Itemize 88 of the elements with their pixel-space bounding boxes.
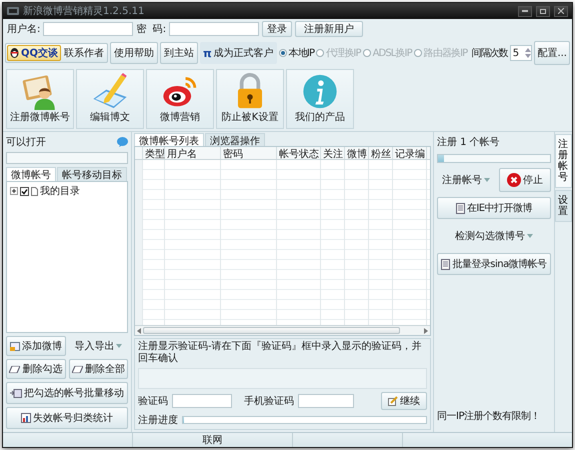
eraser-icon	[9, 366, 20, 372]
maximize-button[interactable]	[536, 6, 550, 16]
progress-label: 注册进度	[138, 414, 178, 427]
caret-icon	[116, 344, 122, 348]
side-tab[interactable]: 注册帐号	[555, 134, 572, 188]
tab[interactable]: 微博帐号列表	[134, 133, 204, 147]
penguin-icon	[10, 48, 19, 58]
toolbar-button[interactable]: 到主站	[160, 42, 198, 64]
tool-button[interactable]: 我们的产品	[286, 69, 354, 129]
open-in-ie-button[interactable]: 在IE中打开微博	[437, 197, 551, 219]
page-icon	[31, 186, 38, 196]
app-icon	[7, 7, 19, 15]
document-icon	[441, 258, 450, 270]
open-field[interactable]	[6, 152, 128, 164]
chart-icon	[21, 413, 31, 423]
account-count-label: 注册 1 个帐号	[437, 136, 501, 149]
username-label: 用户名:	[7, 22, 40, 36]
caret-icon	[484, 178, 490, 182]
card-icon	[10, 342, 20, 350]
column-header[interactable]: 粉丝	[369, 147, 393, 159]
captcha-instructions: 注册显示验证码-请在下面『验证码』框中录入显示的验证码，并回车确认	[138, 341, 423, 365]
side-tab[interactable]: 设置	[555, 190, 572, 222]
config-button[interactable]: 配置...	[534, 41, 570, 65]
eraser-icon	[72, 366, 83, 372]
toolbar-button[interactable]: 使用帮助	[110, 42, 158, 64]
expand-icon[interactable]	[10, 187, 18, 195]
status-text: 联网	[133, 433, 293, 447]
batch-login-button[interactable]: 批量登录sina微博帐号	[437, 253, 551, 275]
tab[interactable]: 帐号移动目标	[57, 167, 127, 181]
dropdown-button[interactable]: 注册帐号	[437, 168, 495, 192]
move-icon	[10, 388, 22, 398]
register-button[interactable]: 注册新用户	[295, 21, 364, 37]
column-header[interactable]: 关注	[321, 147, 345, 159]
stop-button[interactable]: 停止	[499, 168, 551, 192]
captcha-label: 验证码	[138, 395, 168, 408]
phone-code-label: 手机验证码	[244, 394, 294, 408]
qq-chat-button[interactable]: QQ交谈	[7, 45, 62, 61]
ip-mode-radio[interactable]: 本地IP	[278, 46, 314, 60]
minimize-button[interactable]	[518, 6, 532, 16]
column-header[interactable]: 类型	[143, 147, 165, 159]
horizontal-scrollbar[interactable]	[135, 325, 430, 335]
pencil-note-icon	[388, 396, 398, 406]
dropdown-button[interactable]: 检测勾选微博号	[437, 224, 551, 248]
captcha-field[interactable]	[172, 394, 232, 408]
scroll-right-icon	[424, 328, 428, 334]
upgrade-button[interactable]: π 成为正式客户	[200, 42, 277, 64]
panel-button[interactable]: 失效帐号归类统计	[6, 407, 128, 429]
tab[interactable]: 微博帐号	[6, 167, 56, 181]
close-icon	[558, 8, 564, 14]
tool-button[interactable]: 注册微博帐号	[6, 69, 74, 129]
tab[interactable]: 浏览器操作	[205, 133, 265, 147]
continue-button[interactable]: 继续	[381, 392, 427, 410]
maximize-icon	[540, 8, 546, 14]
column-header[interactable]: 帐号状态	[277, 147, 321, 159]
panel-button[interactable]: 添加微博	[6, 336, 66, 356]
tool-button[interactable]: 编辑博文	[76, 69, 144, 129]
column-header[interactable]: 微博	[345, 147, 369, 159]
contact-author-button[interactable]: 联系作者	[62, 45, 106, 61]
caret-icon	[527, 234, 533, 238]
column-header[interactable]: 密码	[221, 147, 277, 159]
tool-button[interactable]: 微博营销	[146, 69, 214, 129]
interval-spinner[interactable]: 5	[510, 45, 532, 61]
window-title: 新浪微博营销精灵1.2.5.11	[23, 4, 146, 18]
scroll-left-icon	[137, 328, 141, 334]
panel-button[interactable]: 把勾选的帐号批量移动	[6, 382, 128, 404]
stop-icon	[507, 173, 521, 187]
phone-code-field[interactable]	[298, 394, 354, 408]
panel-title: 可以打开	[6, 136, 46, 149]
username-field[interactable]	[43, 22, 134, 36]
pi-icon: π	[203, 46, 212, 60]
spinner-arrows-icon	[525, 47, 532, 59]
login-button[interactable]: 登录	[262, 21, 292, 37]
import-export-dropdown[interactable]: 导入导出	[68, 336, 128, 356]
password-field[interactable]	[169, 22, 260, 36]
minimize-icon	[522, 10, 528, 12]
panel-button[interactable]: 删除勾选	[6, 359, 66, 379]
interval-label: 间隔次数	[471, 47, 508, 60]
column-header[interactable]: 用户名	[165, 147, 221, 159]
chat-bubble-icon	[117, 137, 128, 147]
panel-button[interactable]: 删除全部	[68, 359, 128, 379]
close-button[interactable]	[554, 6, 568, 16]
document-icon	[456, 202, 465, 214]
tool-button[interactable]: 防止被K设置	[216, 69, 284, 129]
limit-note: 同一IP注册个数有限制！	[437, 410, 541, 423]
password-label: 密 码:	[136, 22, 166, 36]
column-header[interactable]: 记录编	[393, 147, 427, 159]
tree-item-label[interactable]: 我的目录	[40, 184, 80, 198]
checkbox[interactable]	[20, 186, 29, 196]
